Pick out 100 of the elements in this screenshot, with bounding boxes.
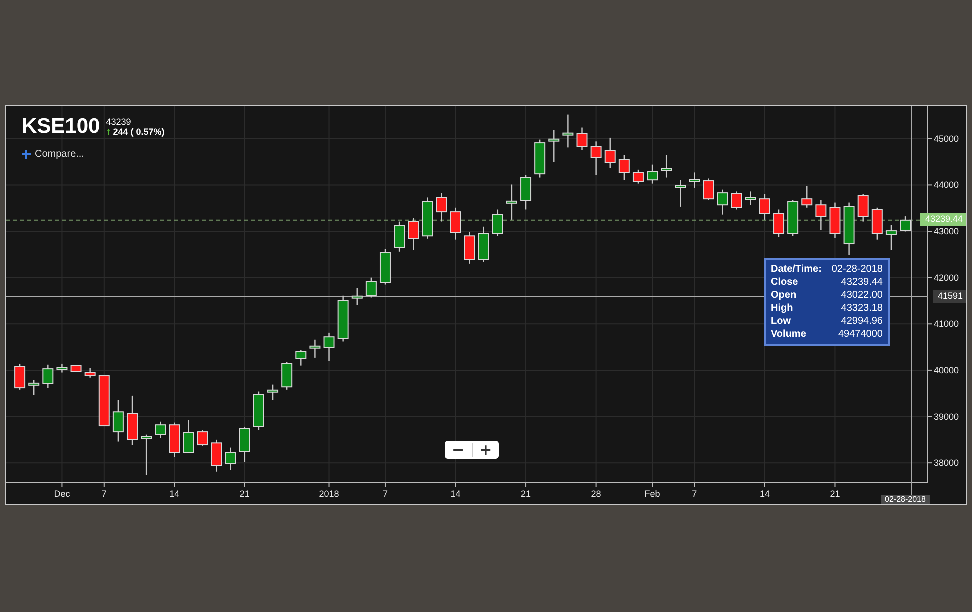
candlestick — [211, 440, 222, 472]
tooltip-label: Close — [771, 276, 800, 289]
candlestick — [703, 178, 714, 200]
candlestick — [731, 192, 742, 210]
candlestick — [84, 368, 96, 378]
x-axis-tick: Dec — [54, 482, 70, 499]
candlestick — [632, 170, 644, 184]
x-tick-label: 7 — [382, 489, 388, 499]
tooltip-label: Volume — [771, 328, 808, 341]
x-tick-label: 21 — [830, 489, 840, 499]
candlestick — [788, 200, 799, 236]
x-tick-label: 21 — [521, 489, 532, 499]
candlestick — [886, 225, 897, 250]
y-tick-label: 41000 — [934, 319, 960, 330]
y-axis-tick: 41000 — [928, 319, 960, 330]
candlestick — [576, 128, 588, 150]
candlestick — [394, 222, 406, 252]
candlestick — [352, 288, 363, 306]
candlestick — [380, 249, 391, 285]
x-axis-tick: 7 — [102, 482, 107, 499]
candlestick — [534, 140, 546, 178]
candlestick — [562, 114, 574, 148]
candlestick — [717, 190, 728, 215]
price-value: 43239 — [106, 117, 132, 127]
candlestick — [506, 184, 518, 220]
tooltip-label: Low — [771, 315, 792, 328]
candlestick — [268, 384, 279, 400]
candlestick — [618, 155, 630, 180]
candlestick — [296, 350, 307, 366]
y-tick-label: 44000 — [934, 180, 960, 190]
plus-icon — [22, 150, 31, 159]
candlestick — [28, 380, 40, 395]
x-tick-label: 21 — [240, 489, 250, 499]
candlestick — [478, 226, 490, 262]
candlestick — [197, 430, 208, 446]
arrow-icon: ↑ — [106, 127, 112, 138]
tooltip-value: 02-28-2018 — [830, 263, 883, 276]
candlestick — [436, 193, 448, 222]
candlestick — [675, 180, 686, 207]
candlestick — [239, 426, 250, 462]
y-axis-tick: 44000 — [928, 180, 960, 190]
candlestick — [816, 200, 827, 230]
y-tick-label: 40000 — [934, 365, 960, 376]
candlestick — [310, 340, 321, 358]
y-axis-tick: 43000 — [928, 226, 960, 236]
candlestick — [254, 392, 264, 430]
tooltip-value: 43022.00 — [840, 289, 883, 302]
candlestick — [408, 218, 420, 250]
candlestick — [745, 192, 756, 206]
candlestick — [282, 362, 293, 390]
candlestick — [98, 376, 110, 427]
x-tick-label: Dec — [54, 489, 71, 499]
y-axis-tick: 40000 — [928, 365, 960, 376]
compare-button[interactable]: Compare... — [22, 149, 84, 160]
y-tick-label: 39000 — [934, 412, 960, 422]
x-axis-tick: 7 — [382, 482, 388, 499]
candlestick — [492, 210, 504, 236]
y-axis-tick: 45000 — [928, 134, 960, 144]
x-tick-label: 28 — [591, 489, 602, 499]
candlestick — [872, 208, 883, 240]
candlestick — [464, 232, 476, 264]
candlestick — [112, 400, 124, 442]
x-tick-label: 14 — [170, 489, 180, 499]
x-tick-label: 7 — [692, 489, 698, 499]
x-axis-tick: 21 — [240, 482, 250, 499]
x-tick-label: 14 — [760, 489, 770, 499]
x-axis-tick: 28 — [591, 482, 602, 499]
candlestick — [366, 278, 377, 298]
y-tick-label: 45000 — [934, 134, 960, 144]
candlestick — [14, 364, 26, 390]
candlestick — [830, 202, 841, 238]
tooltip-value: 42994.96 — [840, 315, 883, 328]
candlestick — [844, 202, 855, 256]
candlestick — [183, 420, 194, 454]
x-axis-tick: 14 — [170, 482, 180, 499]
candlestick — [802, 186, 813, 208]
y-axis-tick: 39000 — [928, 412, 960, 422]
candlestick — [324, 332, 335, 362]
x-axis-tick: 14 — [760, 482, 770, 499]
x-axis-tick: 14 — [450, 482, 461, 499]
candlestick — [42, 364, 54, 388]
tooltip-label: Date/Time: — [771, 263, 822, 276]
tooltip-label: Open — [771, 289, 798, 302]
y-tick-label: 38000 — [934, 458, 960, 468]
x-axis-tick: 7 — [692, 482, 698, 499]
candlestick — [604, 138, 616, 168]
y-axis-tick: 38000 — [928, 458, 960, 468]
candlestick — [647, 164, 658, 184]
last-price-label: 43239.44 — [920, 213, 966, 226]
change-value: 244 ( 0.57%) — [113, 127, 165, 138]
candlestick — [774, 210, 785, 238]
candlestick — [590, 142, 602, 175]
x-axis-tick: 21 — [521, 482, 532, 499]
candlestick — [450, 208, 462, 240]
x-tick-label: Feb — [644, 489, 660, 499]
tooltip-value: 43239.44 — [840, 276, 883, 289]
symbol-title: KSE100 — [22, 115, 100, 139]
candlestick — [548, 130, 560, 162]
candlestick — [520, 175, 532, 210]
candlestick — [56, 364, 68, 373]
